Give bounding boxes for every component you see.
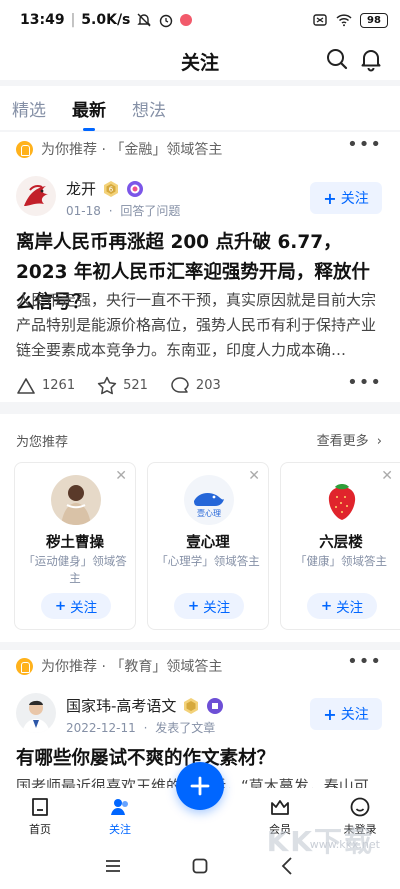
post-action: 发表了文章 [155, 721, 216, 735]
recommend-desc: 「运动健身」领域答主 [23, 554, 127, 585]
feed-card[interactable]: 为你推荐 · 「金融」领域答主 ••• 龙开 6 01-18 · 回答了问题 +… [0, 132, 400, 402]
feed-tabs: 精选 最新 想法 [0, 86, 400, 130]
follow-button[interactable]: + 关注 [41, 593, 111, 619]
battery-icon: 98 [360, 12, 388, 28]
chevron-right-icon: › [376, 434, 382, 449]
medal-icon [127, 180, 144, 197]
more-options-icon[interactable]: ••• [347, 134, 382, 155]
mute-bell-icon [137, 13, 152, 27]
vip-crown-icon [271, 800, 289, 815]
search-icon[interactable] [324, 46, 350, 72]
see-more-link[interactable]: 查看更多 › [317, 430, 382, 449]
nav-follow[interactable]: 关注 [80, 788, 160, 844]
app-screen: 13:49 | 5.0K/s 98 关注 精选 最新 想法 为你推荐 · 「金融… [0, 0, 400, 889]
recommend-card[interactable]: ✕ 壹心理 壹心理 「心理学」领域答主 + 关注 [147, 462, 269, 630]
answer-excerpt[interactable]: 人民币走强，央行一直不干预，真实原因就是目前大宗产品特别是能源价格高位，强势人民… [16, 288, 384, 363]
bell-icon[interactable] [358, 46, 384, 72]
create-button[interactable] [176, 762, 224, 810]
recommend-icon [16, 140, 33, 158]
level-badge-icon: 6 [104, 180, 119, 197]
comment-icon [171, 377, 189, 393]
medal-icon [207, 697, 224, 714]
plus-icon [190, 776, 210, 796]
recommend-name: 壹心理 [186, 535, 230, 551]
upvote-icon [17, 377, 35, 394]
recommend-icon [16, 657, 33, 675]
status-bar: 13:49 | 5.0K/s 98 [0, 0, 400, 40]
avatar [317, 475, 367, 525]
profile-face-icon [350, 797, 370, 817]
tab-ideas[interactable]: 想法 [132, 86, 166, 121]
close-icon[interactable]: ✕ [115, 468, 127, 484]
action-bar: 1261 521 203 [16, 376, 243, 395]
title-bar: 关注 [0, 40, 400, 80]
follow-button[interactable]: + 关注 [310, 698, 382, 730]
recommend-desc: 「健康」领域答主 [295, 554, 387, 568]
network-speed: 5.0K/s [81, 12, 131, 28]
alarm-icon [160, 14, 173, 28]
more-options-icon[interactable]: ••• [347, 651, 382, 672]
recommend-name: 秽土曹操 [46, 535, 104, 551]
tab-latest[interactable]: 最新 [72, 86, 106, 121]
svg-text:壹心理: 壹心理 [197, 508, 221, 518]
recommend-card[interactable]: ✕ 秽土曹操 「运动健身」领域答主 + 关注 [14, 462, 136, 630]
follow-button[interactable]: + 关注 [174, 593, 244, 619]
wifi-icon [336, 14, 352, 27]
follow-people-icon [111, 799, 128, 815]
recommend-reason: 为你推荐 · 「教育」领域答主 [16, 656, 222, 676]
avatar[interactable] [16, 176, 56, 216]
nav-home[interactable]: 首页 [0, 788, 80, 844]
post-meta: 01-18 · 回答了问题 [66, 204, 181, 218]
watermark-url: www.kkx.net [309, 838, 380, 851]
recommend-name: 六层楼 [319, 535, 363, 551]
recommend-card[interactable]: ✕ 六层楼 「健康」领域答主 + 关注 [280, 462, 400, 630]
follow-button[interactable]: + 关注 [307, 593, 377, 619]
more-options-icon[interactable]: ••• [347, 372, 382, 393]
post-date: 01-18 [66, 204, 101, 218]
close-icon[interactable]: ✕ [381, 468, 393, 484]
svg-text:6: 6 [109, 185, 114, 193]
author-name[interactable]: 龙开 [66, 178, 96, 199]
notification-dot-icon [180, 14, 193, 26]
recommend-reason: 为你推荐 · 「金融」领域答主 [16, 139, 222, 159]
home-square-icon[interactable] [191, 857, 209, 875]
comment-button[interactable]: 203 [170, 376, 221, 395]
status-time: 13:49 [20, 12, 65, 28]
post-meta: 2022-12-11 · 发表了文章 [66, 721, 216, 735]
level-badge-icon [184, 697, 199, 714]
menu-icon[interactable] [104, 858, 122, 874]
avatar [51, 475, 101, 525]
tab-featured[interactable]: 精选 [12, 86, 46, 121]
post-date: 2022-12-11 [66, 721, 136, 735]
follow-button[interactable]: + 关注 [310, 182, 382, 214]
section-title: 为您推荐 [16, 435, 69, 450]
home-icon [32, 798, 48, 816]
upvote-button[interactable]: 1261 [16, 377, 75, 395]
favorite-button[interactable]: 521 [97, 376, 148, 395]
close-icon[interactable]: ✕ [248, 468, 260, 484]
avatar: 壹心理 [184, 475, 234, 525]
avatar[interactable] [16, 693, 56, 733]
recommend-desc: 「心理学」领域答主 [156, 554, 260, 568]
sim-off-icon [313, 14, 327, 26]
author-name[interactable]: 国家玮-高考语文 [66, 695, 176, 716]
star-icon [97, 376, 117, 395]
post-action: 回答了问题 [120, 204, 181, 218]
